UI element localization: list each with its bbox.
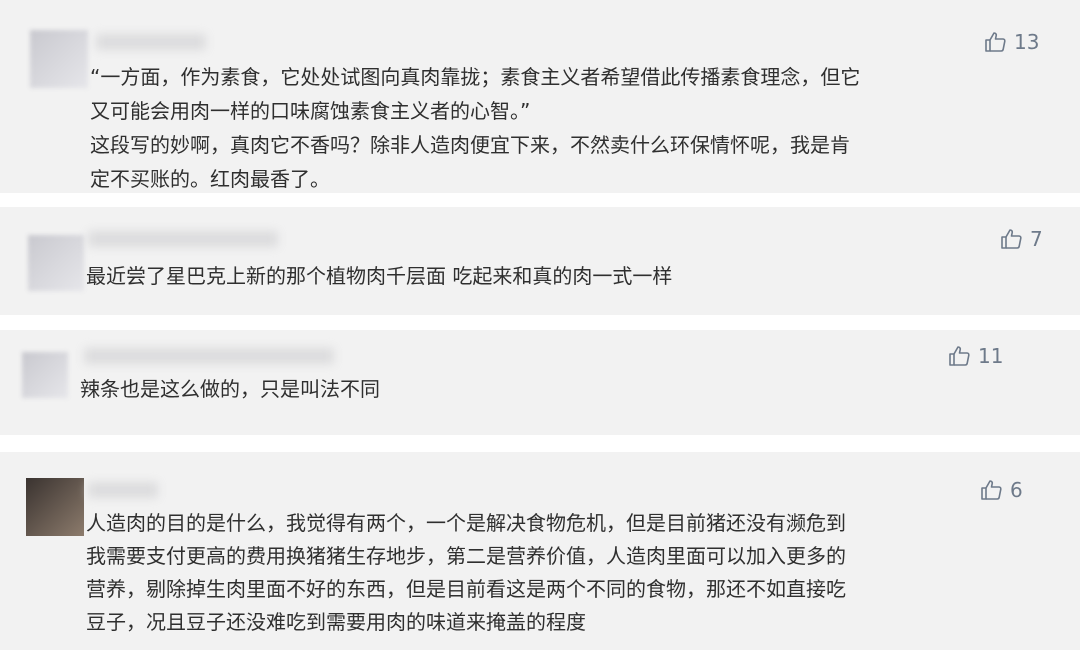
comment-text: 人造肉的目的是什么，我觉得有两个，一个是解决食物危机，但是目前猪还没有濒危到 我…	[86, 507, 846, 639]
comment-line: 最近尝了星巴克上新的那个植物肉千层面 吃起来和真的肉一式一样	[86, 264, 673, 288]
avatar[interactable]	[26, 478, 84, 536]
comment-line: 豆子，况且豆子还没难吃到需要用肉的味道来掩盖的程度	[86, 610, 586, 634]
username-blurred[interactable]	[88, 231, 278, 247]
like-button[interactable]: 6	[980, 478, 1023, 502]
comment-line: 又可能会用肉一样的口味腐蚀素食主义者的心智。”	[90, 99, 531, 123]
username-blurred[interactable]	[96, 34, 206, 50]
avatar[interactable]	[22, 352, 68, 398]
username-blurred[interactable]	[88, 482, 158, 498]
comment-line: 定不买账的。红肉最香了。	[90, 167, 330, 191]
like-button[interactable]: 7	[1000, 227, 1043, 251]
comment-line: 人造肉的目的是什么，我觉得有两个，一个是解决食物危机，但是目前猪还没有濒危到	[86, 511, 846, 535]
avatar[interactable]	[28, 235, 84, 291]
thumbs-up-icon	[949, 346, 970, 366]
like-button[interactable]: 13	[984, 30, 1039, 54]
comment-text: 最近尝了星巴克上新的那个植物肉千层面 吃起来和真的肉一式一样	[86, 259, 672, 293]
comment-text: 辣条也是这么做的，只是叫法不同	[80, 372, 380, 406]
avatar[interactable]	[30, 30, 88, 88]
username-blurred[interactable]	[84, 348, 334, 364]
comment-line: 我需要支付更高的费用换猪猪生存地步，第二是营养价值，人造肉里面可以加入更多的	[86, 544, 846, 568]
thumbs-up-icon	[1001, 229, 1022, 249]
like-count: 6	[1010, 478, 1023, 502]
comment-card: 6 人造肉的目的是什么，我觉得有两个，一个是解决食物危机，但是目前猪还没有濒危到…	[0, 452, 1080, 650]
comment-text: “一方面，作为素食，它处处试图向真肉靠拢；素食主义者希望借此传播素食理念，但它 …	[90, 60, 860, 193]
comment-line: “一方面，作为素食，它处处试图向真肉靠拢；素食主义者希望借此传播素食理念，但它	[90, 65, 861, 89]
comment-line: 辣条也是这么做的，只是叫法不同	[80, 377, 380, 401]
like-count: 7	[1030, 227, 1043, 251]
like-count: 13	[1014, 30, 1040, 54]
like-count: 11	[978, 344, 1004, 368]
comment-card: 7 最近尝了星巴克上新的那个植物肉千层面 吃起来和真的肉一式一样	[0, 207, 1080, 315]
like-button[interactable]: 11	[948, 344, 1003, 368]
thumbs-up-icon	[985, 32, 1006, 52]
comment-line: 这段写的妙啊，真肉它不香吗？除非人造肉便宜下来，不然卖什么环保情怀呢，我是肯	[90, 133, 850, 157]
comment-line: 营养，剔除掉生肉里面不好的东西，但是目前看这是两个不同的食物，那还不如直接吃	[86, 577, 846, 601]
comment-card: 13 “一方面，作为素食，它处处试图向真肉靠拢；素食主义者希望借此传播素食理念，…	[0, 0, 1080, 193]
comment-card: 11 辣条也是这么做的，只是叫法不同	[0, 330, 1080, 435]
thumbs-up-icon	[981, 480, 1002, 500]
